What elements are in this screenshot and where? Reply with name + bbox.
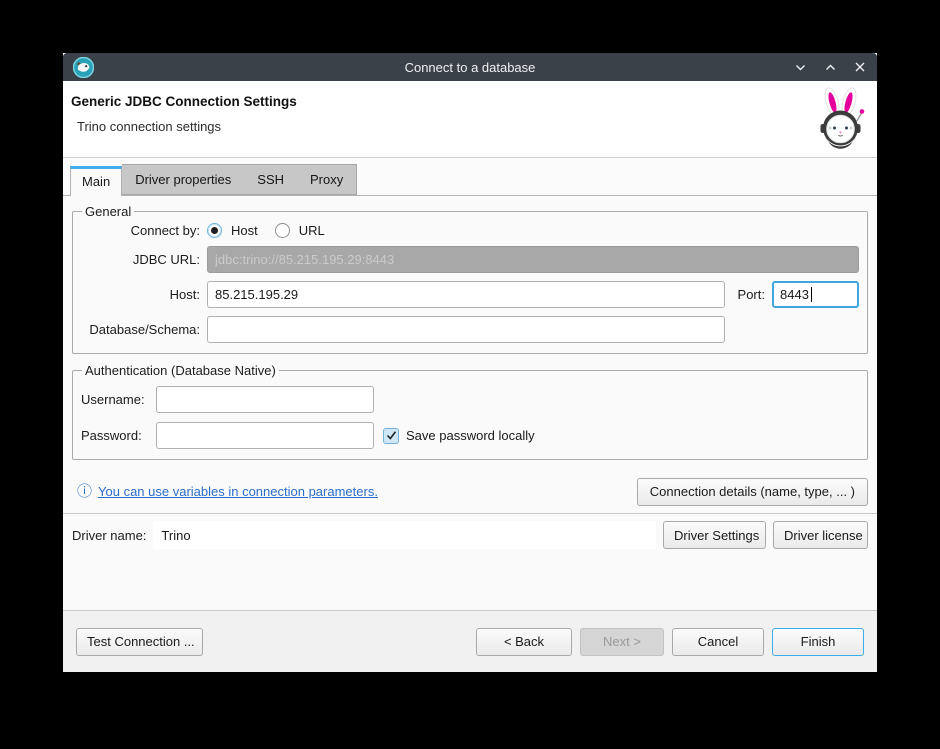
back-button[interactable]: < Back xyxy=(476,628,572,656)
inactive-tab-group: Driver properties SSH Proxy xyxy=(122,164,357,195)
dialog-header: Generic JDBC Connection Settings Trino c… xyxy=(63,81,877,158)
driver-settings-button[interactable]: Driver Settings xyxy=(663,521,766,549)
minimize-icon[interactable] xyxy=(793,60,807,74)
authentication-group-label: Authentication (Database Native) xyxy=(82,363,279,378)
dialog-button-bar: Test Connection ... < Back Next > Cancel… xyxy=(63,610,877,672)
cancel-button[interactable]: Cancel xyxy=(672,628,764,656)
save-password-label: Save password locally xyxy=(406,428,535,443)
page-title: Generic JDBC Connection Settings xyxy=(71,94,863,109)
variables-link[interactable]: You can use variables in connection para… xyxy=(98,484,378,499)
connection-details-button[interactable]: Connection details (name, type, ... ) xyxy=(637,478,868,506)
close-icon[interactable] xyxy=(853,60,867,74)
general-group: General Connect by: Host URL JDBC URL: H… xyxy=(72,204,868,354)
save-password-checkbox[interactable] xyxy=(383,428,399,444)
authentication-group: Authentication (Database Native) Usernam… xyxy=(72,363,868,460)
titlebar[interactable]: Connect to a database xyxy=(63,53,877,81)
info-icon: ⓘ xyxy=(77,484,92,499)
check-icon xyxy=(386,430,397,441)
database-schema-field[interactable] xyxy=(207,316,725,343)
finish-button[interactable]: Finish xyxy=(772,628,864,656)
jdbc-url-label: JDBC URL: xyxy=(133,252,200,267)
driver-license-button[interactable]: Driver license xyxy=(773,521,868,549)
url-radio-label: URL xyxy=(299,223,325,238)
tab-driver-properties[interactable]: Driver properties xyxy=(122,166,244,193)
connect-by-label: Connect by: xyxy=(131,223,200,238)
page-subtitle: Trino connection settings xyxy=(71,119,863,134)
tab-bar: Main Driver properties SSH Proxy xyxy=(63,158,877,196)
port-label: Port: xyxy=(738,287,765,302)
host-radio-label: Host xyxy=(231,223,258,238)
username-label: Username: xyxy=(81,392,145,407)
divider xyxy=(63,513,877,514)
tab-ssh[interactable]: SSH xyxy=(244,166,297,193)
host-label: Host: xyxy=(170,287,200,302)
window-title: Connect to a database xyxy=(63,60,877,75)
main-content: General Connect by: Host URL JDBC URL: H… xyxy=(63,196,877,610)
driver-name-label: Driver name: xyxy=(72,528,146,543)
password-field[interactable] xyxy=(156,422,374,449)
connect-database-dialog: Connect to a database Generic JDBC Conne… xyxy=(63,53,877,672)
username-field[interactable] xyxy=(156,386,374,413)
port-field[interactable] xyxy=(772,281,859,308)
test-connection-button[interactable]: Test Connection ... xyxy=(76,628,203,656)
trino-logo-icon xyxy=(812,86,870,150)
database-schema-label: Database/Schema: xyxy=(89,322,200,337)
tab-proxy[interactable]: Proxy xyxy=(297,166,356,193)
host-field[interactable] xyxy=(207,281,725,308)
general-group-label: General xyxy=(82,204,134,219)
text-caret xyxy=(811,287,812,302)
host-radio[interactable] xyxy=(207,223,222,238)
password-label: Password: xyxy=(81,428,142,443)
driver-name-field: Trino xyxy=(153,521,656,549)
next-button: Next > xyxy=(580,628,664,656)
maximize-icon[interactable] xyxy=(823,60,837,74)
jdbc-url-field xyxy=(207,246,859,273)
url-radio[interactable] xyxy=(275,223,290,238)
tab-main[interactable]: Main xyxy=(70,166,122,196)
